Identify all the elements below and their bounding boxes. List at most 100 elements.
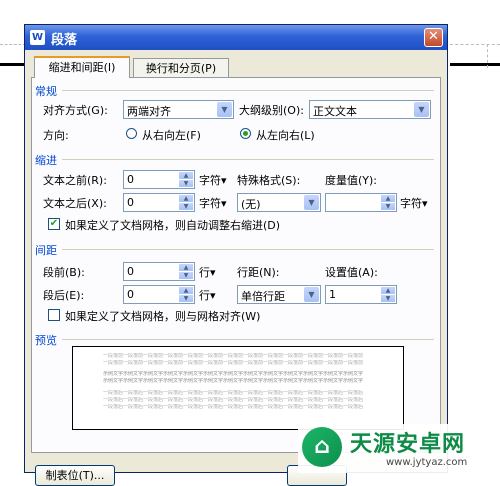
indent-before-value: 0 <box>127 173 134 186</box>
spin-up-icon[interactable]: ▲ <box>179 287 193 294</box>
unit-label: 字符 <box>199 197 221 210</box>
direction-rtl-radio[interactable] <box>126 128 137 139</box>
alignment-label: 对齐方式(G): <box>43 104 108 117</box>
outline-level-value: 正文文本 <box>313 105 357 118</box>
indent-after-unit-dropdown[interactable]: 字符▾ <box>199 195 227 211</box>
chevron-down-icon[interactable]: ▼ <box>217 102 232 117</box>
direction-ltr-label[interactable]: 从左向右(L) <box>256 127 315 143</box>
paragraph-dialog: W 段落 ✕ 缩进和间距(I) 换行和分页(P) 常规 对齐方式(G): 两端对… <box>24 24 448 486</box>
indent-before-unit-dropdown[interactable]: 字符▾ <box>199 172 227 188</box>
tab-line-page-breaks[interactable]: 换行和分页(P) <box>133 58 229 78</box>
preview-sample-line: 示例文字示例文字示例文字示例文字示例文字示例文字示例文字示例文字示例文字示例文字… <box>103 378 364 384</box>
line-spacing-select[interactable]: 单倍行距 ▼ <box>237 285 321 304</box>
space-after-spinner[interactable]: 0 ▲ ▼ <box>123 285 195 304</box>
title-bar: W 段落 ✕ <box>25 25 447 50</box>
space-before-spinner[interactable]: 0 ▲ ▼ <box>123 262 195 281</box>
indent-before-label: 文本之前(R): <box>43 174 107 187</box>
preview-sample-line: 一段落后一段落后一段落后一段落后一段落后一段落后一段落后一段落后一段落后一段落后… <box>103 397 364 403</box>
close-button[interactable]: ✕ <box>424 28 443 47</box>
indent-before-spinner[interactable]: 0 ▲ ▼ <box>123 170 195 189</box>
section-divider <box>62 249 434 250</box>
android-logo-icon: ⌂ <box>302 427 342 467</box>
space-after-unit-dropdown[interactable]: 行▾ <box>199 287 216 303</box>
space-after-value: 0 <box>127 288 134 301</box>
spin-down-icon[interactable]: ▼ <box>179 272 193 279</box>
paragraph-preview: 一段落前一段落前一段落前一段落前一段落前一段落前一段落前一段落前一段落前一段落前… <box>72 346 404 430</box>
setting-value-label: 设置值(A): <box>325 266 378 279</box>
spin-up-icon[interactable]: ▲ <box>179 264 193 271</box>
document-ruler-line <box>450 63 500 66</box>
spin-down-icon[interactable]: ▼ <box>179 295 193 302</box>
preview-sample-line: 示例文字示例文字示例文字示例文字示例文字示例文字示例文字示例文字示例文字示例文字… <box>103 371 364 377</box>
outline-level-label: 大纲级别(O): <box>239 104 304 117</box>
chevron-down-icon[interactable]: ▼ <box>414 102 429 117</box>
watermark-title: 天源安卓网 <box>350 432 466 457</box>
spin-up-icon[interactable]: ▲ <box>179 195 193 202</box>
unit-label: 字符 <box>199 174 221 187</box>
alignment-value: 两端对齐 <box>127 105 171 118</box>
spin-down-icon[interactable]: ▼ <box>381 203 395 210</box>
caret-down-icon: ▾ <box>221 174 227 187</box>
space-before-label: 段前(B): <box>43 266 85 279</box>
section-preview-heading: 预览 <box>35 334 57 347</box>
section-divider <box>62 339 434 340</box>
chevron-down-icon[interactable]: ▼ <box>304 195 319 210</box>
line-spacing-value: 单倍行距 <box>241 290 285 303</box>
document-margin-guide <box>487 44 488 68</box>
section-spacing-heading: 间距 <box>35 244 57 257</box>
setting-value-spinner[interactable]: 1 ▲ ▼ <box>325 285 397 304</box>
unit-label: 字符 <box>400 197 422 210</box>
direction-ltr-radio[interactable] <box>240 128 251 139</box>
space-after-label: 段后(E): <box>43 289 85 302</box>
watermark-url: www.jytyaz.com <box>386 457 468 468</box>
dialog-title: 段落 <box>51 33 78 48</box>
auto-adjust-indent-label[interactable]: 如果定义了文档网格，则自动调整右缩进(D) <box>65 217 280 233</box>
alignment-select[interactable]: 两端对齐 ▼ <box>123 100 234 119</box>
direction-rtl-label[interactable]: 从右向左(F) <box>142 127 201 143</box>
chevron-down-icon[interactable]: ▼ <box>304 287 319 302</box>
indent-after-label: 文本之后(X): <box>43 197 107 210</box>
spin-down-icon[interactable]: ▼ <box>381 295 395 302</box>
special-format-select[interactable]: (无) ▼ <box>237 193 321 212</box>
snap-to-grid-label[interactable]: 如果定义了文档网格，则与网格对齐(W) <box>65 308 260 324</box>
preview-sample-line: 一段落前一段落前一段落前一段落前一段落前一段落前一段落前一段落前一段落前一段落前… <box>103 353 364 359</box>
caret-down-icon: ▾ <box>210 266 216 279</box>
caret-down-icon: ▾ <box>221 197 227 210</box>
line-spacing-label: 行距(N): <box>237 266 280 279</box>
section-divider <box>62 159 434 160</box>
section-indent-heading: 缩进 <box>35 154 57 167</box>
space-before-value: 0 <box>127 265 134 278</box>
auto-adjust-indent-checkbox[interactable]: ✔ <box>48 218 60 230</box>
spin-down-icon[interactable]: ▼ <box>179 180 193 187</box>
spin-up-icon[interactable]: ▲ <box>179 172 193 179</box>
unit-label: 行 <box>199 289 210 302</box>
snap-to-grid-checkbox[interactable] <box>48 309 60 321</box>
setting-value: 1 <box>329 288 336 301</box>
preview-sample-line: 一段落后一段落后一段落后一段落后一段落后一段落后一段落后一段落后一段落后一段落后… <box>103 390 364 396</box>
special-format-value: (无) <box>241 198 261 211</box>
spin-up-icon[interactable]: ▲ <box>381 287 395 294</box>
tab-indent-spacing[interactable]: 缩进和间距(I) <box>34 56 130 78</box>
caret-down-icon: ▾ <box>210 289 216 302</box>
caret-down-icon: ▾ <box>422 197 428 210</box>
spin-down-icon[interactable]: ▼ <box>179 203 193 210</box>
direction-label: 方向: <box>43 129 69 142</box>
preview-sample-line: 一段落后一段落后一段落后一段落后一段落后一段落后一段落后一段落后一段落后一段落后… <box>103 404 364 410</box>
section-divider <box>62 90 434 91</box>
unit-label: 行 <box>199 266 210 279</box>
spin-up-icon[interactable]: ▲ <box>381 195 395 202</box>
tab-stops-button[interactable]: 制表位(T)... <box>35 465 115 486</box>
document-margin-guide <box>0 44 26 45</box>
indent-after-spinner[interactable]: 0 ▲ ▼ <box>123 193 195 212</box>
measure-spinner[interactable]: ▲ ▼ <box>325 193 397 212</box>
section-general-heading: 常规 <box>35 85 57 98</box>
wps-app-icon: W <box>30 30 45 45</box>
special-format-label: 特殊格式(S): <box>237 174 301 187</box>
measure-unit-dropdown[interactable]: 字符▾ <box>400 195 428 211</box>
outline-level-select[interactable]: 正文文本 ▼ <box>309 100 431 119</box>
site-watermark: ⌂ 天源安卓网 www.jytyaz.com <box>298 424 500 473</box>
preview-sample-line: 一段落前一段落前一段落前一段落前一段落前一段落前一段落前一段落前一段落前一段落前… <box>103 360 364 366</box>
space-before-unit-dropdown[interactable]: 行▾ <box>199 264 216 280</box>
indent-after-value: 0 <box>127 196 134 209</box>
document-ruler-line <box>0 63 26 66</box>
